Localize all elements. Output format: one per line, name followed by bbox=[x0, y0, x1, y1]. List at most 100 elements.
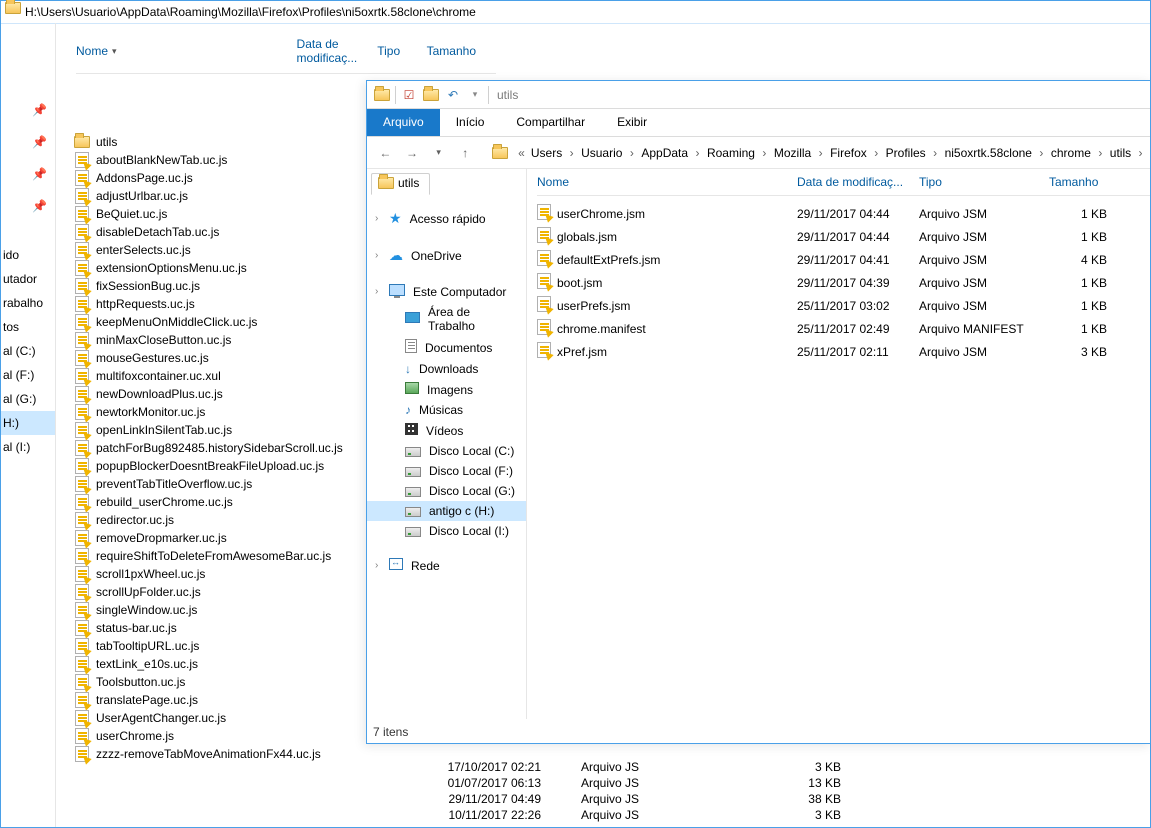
nav-item[interactable]: ido bbox=[1, 243, 55, 267]
chevron-right-icon: › bbox=[1097, 146, 1104, 160]
nav-toolbar: ← → ▾ ↑ « Users›Usuario›AppData›Roaming›… bbox=[367, 137, 1150, 169]
breadcrumb-item[interactable]: Usuario bbox=[579, 144, 624, 162]
file-name: textLink_e10s.uc.js bbox=[96, 657, 198, 671]
nav-item[interactable]: utador bbox=[1, 267, 55, 291]
tree-item[interactable]: Disco Local (I:) bbox=[367, 521, 526, 541]
jsfile-icon bbox=[74, 584, 90, 600]
nav-item[interactable]: rabalho bbox=[1, 291, 55, 315]
tree-item[interactable]: Área de Trabalho bbox=[367, 302, 526, 336]
file-name: minMaxCloseButton.uc.js bbox=[96, 333, 231, 347]
forward-button[interactable]: → bbox=[400, 140, 425, 166]
chevron-right-icon: › bbox=[817, 146, 824, 160]
jsfile-icon bbox=[537, 227, 551, 246]
back-button[interactable]: ← bbox=[373, 140, 398, 166]
col-date[interactable]: Data de modificaç... bbox=[797, 175, 919, 189]
file-item[interactable]: globals.jsm29/11/2017 04:44Arquivo JSM1 … bbox=[537, 225, 1150, 248]
tree-item[interactable]: antigo c (H:) bbox=[367, 501, 526, 521]
drive-icon bbox=[405, 464, 421, 478]
tree-item[interactable]: ›Este Computador bbox=[367, 281, 526, 302]
file-name: requireShiftToDeleteFromAwesomeBar.uc.js bbox=[96, 549, 331, 563]
undo-button[interactable]: ↶ bbox=[442, 84, 464, 106]
jsfile-icon bbox=[74, 152, 90, 168]
folder-icon bbox=[378, 177, 394, 189]
nav-item[interactable]: al (F:) bbox=[1, 363, 55, 387]
file-type: Arquivo JS bbox=[581, 760, 741, 774]
col-type[interactable]: Tipo bbox=[377, 37, 426, 65]
file-item[interactable]: chrome.manifest25/11/2017 02:49Arquivo M… bbox=[537, 317, 1150, 340]
file-item[interactable]: xPref.jsm25/11/2017 02:11Arquivo JSM3 KB bbox=[537, 340, 1150, 363]
folder-tab[interactable]: utils bbox=[371, 173, 430, 195]
tree-label: Acesso rápido bbox=[410, 212, 486, 226]
file-date: 29/11/2017 04:39 bbox=[797, 276, 919, 290]
chevron-left-icon[interactable]: « bbox=[518, 146, 525, 160]
breadcrumb-item[interactable]: Users bbox=[529, 144, 564, 162]
jsfile-icon bbox=[74, 458, 90, 474]
breadcrumb-item[interactable]: Profiles bbox=[884, 144, 928, 162]
file-item[interactable]: defaultExtPrefs.jsm29/11/2017 04:41Arqui… bbox=[537, 248, 1150, 271]
col-date[interactable]: Data de modificaç... bbox=[297, 37, 378, 65]
breadcrumb-item[interactable]: Roaming bbox=[705, 144, 757, 162]
tree-item[interactable]: Vídeos bbox=[367, 420, 526, 441]
col-size[interactable]: Tamanho bbox=[1049, 175, 1119, 189]
folder-tab-label: utils bbox=[398, 176, 419, 190]
file-type: Arquivo JSM bbox=[919, 299, 1049, 313]
nav-item[interactable]: tos bbox=[1, 315, 55, 339]
redo-dropdown[interactable]: ▾ bbox=[464, 84, 486, 106]
jsfile-icon bbox=[74, 422, 90, 438]
col-size[interactable]: Tamanho bbox=[427, 37, 496, 65]
file-type: Arquivo JSM bbox=[919, 276, 1049, 290]
file-row-partial[interactable]: 10/11/2017 22:26Arquivo JS3 KB bbox=[421, 807, 881, 823]
tree-label: Disco Local (I:) bbox=[429, 524, 509, 538]
file-item[interactable]: userPrefs.jsm25/11/2017 03:02Arquivo JSM… bbox=[537, 294, 1150, 317]
breadcrumb-item[interactable]: chrome bbox=[1049, 144, 1093, 162]
tab-inicio[interactable]: Início bbox=[440, 109, 501, 136]
file-row-partial[interactable]: 17/10/2017 02:21Arquivo JS3 KB bbox=[421, 759, 881, 775]
file-name: disableDetachTab.uc.js bbox=[96, 225, 219, 239]
tree-item[interactable]: Documentos bbox=[367, 336, 526, 359]
col-name[interactable]: Nome bbox=[537, 175, 797, 189]
drive-icon bbox=[405, 524, 421, 538]
nav-item[interactable]: al (I:) bbox=[1, 435, 55, 459]
file-date: 29/11/2017 04:44 bbox=[797, 207, 919, 221]
column-headers: Nome Data de modificaç... Tipo Tamanho bbox=[537, 175, 1150, 196]
file-name: preventTabTitleOverflow.uc.js bbox=[96, 477, 252, 491]
address-input[interactable] bbox=[25, 3, 1144, 21]
breadcrumb-item[interactable]: Mozilla bbox=[772, 144, 813, 162]
file-item[interactable]: userChrome.jsm29/11/2017 04:44Arquivo JS… bbox=[537, 202, 1150, 225]
tree-item[interactable]: ›★Acesso rápido bbox=[367, 207, 526, 230]
tree-item[interactable]: ›Rede bbox=[367, 555, 526, 576]
tree-item[interactable]: ♪Músicas bbox=[367, 400, 526, 420]
tab-exibir[interactable]: Exibir bbox=[601, 109, 663, 136]
file-item[interactable]: boot.jsm29/11/2017 04:39Arquivo JSM1 KB bbox=[537, 271, 1150, 294]
file-date: 25/11/2017 02:49 bbox=[797, 322, 919, 336]
tree-item[interactable]: Disco Local (F:) bbox=[367, 461, 526, 481]
up-button[interactable]: ↑ bbox=[453, 140, 478, 166]
new-folder-button[interactable] bbox=[420, 84, 442, 106]
col-name[interactable]: Nome▾ bbox=[76, 37, 297, 65]
dl-icon: ↓ bbox=[405, 362, 411, 376]
tree-item[interactable]: Disco Local (G:) bbox=[367, 481, 526, 501]
nav-item[interactable]: al (C:) bbox=[1, 339, 55, 363]
breadcrumb-item[interactable]: Firefox bbox=[828, 144, 869, 162]
properties-button[interactable]: ☑ bbox=[398, 84, 420, 106]
file-type: Arquivo MANIFEST bbox=[919, 322, 1049, 336]
breadcrumb[interactable]: « Users›Usuario›AppData›Roaming›Mozilla›… bbox=[518, 144, 1144, 162]
breadcrumb-item[interactable]: ni5oxrtk.58clone bbox=[943, 144, 1034, 162]
col-type[interactable]: Tipo bbox=[919, 175, 1049, 189]
tab-arquivo[interactable]: Arquivo bbox=[367, 109, 440, 136]
tree-item[interactable]: ↓Downloads bbox=[367, 359, 526, 379]
file-row-partial[interactable]: 01/07/2017 06:13Arquivo JS13 KB bbox=[421, 775, 881, 791]
file-name: aboutBlankNewTab.uc.js bbox=[96, 153, 227, 167]
breadcrumb-item[interactable]: AppData bbox=[639, 144, 690, 162]
tree-item[interactable]: ›☁OneDrive bbox=[367, 244, 526, 267]
nav-item[interactable]: al (G:) bbox=[1, 387, 55, 411]
breadcrumb-item[interactable]: utils bbox=[1108, 144, 1133, 162]
recent-dropdown[interactable]: ▾ bbox=[426, 140, 451, 166]
file-row-partial[interactable]: 29/11/2017 04:49Arquivo JS38 KB bbox=[421, 791, 881, 807]
tree-item[interactable]: Disco Local (C:) bbox=[367, 441, 526, 461]
nav-item[interactable]: H:) bbox=[1, 411, 55, 435]
tree-item[interactable]: Imagens bbox=[367, 379, 526, 400]
address-bar[interactable] bbox=[1, 1, 1150, 24]
tab-compartilhar[interactable]: Compartilhar bbox=[500, 109, 601, 136]
jsfile-icon bbox=[74, 170, 90, 186]
